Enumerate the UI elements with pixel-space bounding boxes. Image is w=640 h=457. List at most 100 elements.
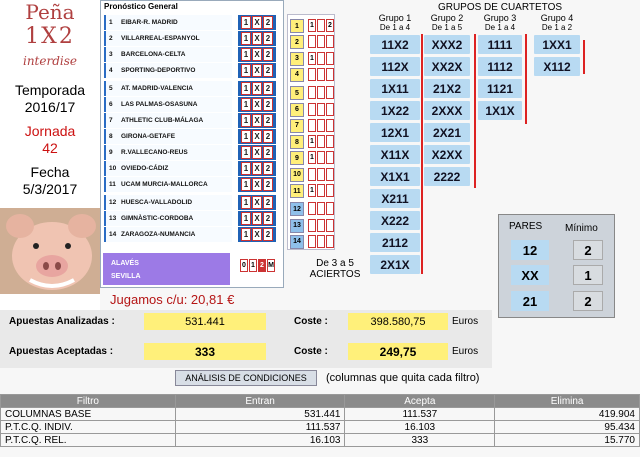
sign-cell[interactable]: 2 xyxy=(263,211,273,225)
column-cell[interactable] xyxy=(317,102,325,116)
column-cell[interactable] xyxy=(317,151,325,165)
column-cell[interactable] xyxy=(308,218,316,232)
column-cell[interactable] xyxy=(326,51,334,65)
column-cell[interactable]: 1 xyxy=(308,51,316,65)
sign-cell[interactable]: X xyxy=(252,47,262,61)
sign-cell[interactable]: X xyxy=(252,63,262,77)
match-name: 10 OVIEDO-CÁDIZ xyxy=(104,160,232,176)
column-cell[interactable]: 1 xyxy=(308,184,316,197)
sign-cell[interactable]: 2 xyxy=(263,15,273,29)
sign-cell[interactable]: 2 xyxy=(263,195,273,209)
pleno-cell[interactable]: M xyxy=(267,259,275,272)
sign-cell[interactable]: 2 xyxy=(263,31,273,45)
column-cell[interactable] xyxy=(317,67,325,81)
column-cell[interactable] xyxy=(317,51,325,65)
sign-cell[interactable]: 2 xyxy=(263,63,273,77)
sign-cell[interactable]: X xyxy=(252,15,262,29)
column-cell[interactable] xyxy=(317,35,325,49)
sign-cell[interactable]: 2 xyxy=(263,161,273,175)
sign-cell[interactable]: X xyxy=(252,211,262,225)
column-cell[interactable] xyxy=(326,67,334,81)
column-two-panel: 1 1 2 2 3 1 4 5 6 7 8 1 9 1 10 11 1 12 13 14 xyxy=(287,14,335,250)
sign-cell[interactable]: X xyxy=(252,129,262,143)
column-cell[interactable] xyxy=(308,102,316,116)
column-cell[interactable] xyxy=(317,218,325,232)
column-cell[interactable] xyxy=(326,184,334,197)
sign-cell[interactable]: X xyxy=(252,145,262,159)
sign-cell[interactable]: X xyxy=(252,177,262,191)
column-cell[interactable] xyxy=(317,86,325,100)
sign-cell[interactable]: 1 xyxy=(241,63,251,77)
sign-cell[interactable]: X xyxy=(252,227,262,241)
column-cell[interactable] xyxy=(317,167,325,181)
sign-cell[interactable]: 1 xyxy=(241,81,251,95)
column-cell[interactable] xyxy=(326,234,334,248)
column-cell[interactable] xyxy=(326,86,334,100)
minimo-value-2[interactable]: 1 xyxy=(573,265,603,285)
sign-cell[interactable]: 1 xyxy=(241,113,251,127)
sign-cell[interactable]: 1 xyxy=(241,227,251,241)
cell-filtro: P.T.C.Q. INDIV. xyxy=(0,420,176,434)
sign-cell[interactable]: 1 xyxy=(241,161,251,175)
column-cell[interactable] xyxy=(326,151,334,165)
column-cell[interactable] xyxy=(308,202,316,216)
sign-cell[interactable]: 2 xyxy=(263,97,273,111)
column-cell[interactable] xyxy=(326,202,334,216)
sign-cell[interactable]: 2 xyxy=(263,81,273,95)
column-cell[interactable]: 1 xyxy=(308,135,316,149)
cell-elimina: 15.770 xyxy=(494,433,640,447)
minimo-value-1[interactable]: 2 xyxy=(573,240,603,260)
column-cell[interactable] xyxy=(326,167,334,181)
sign-cell[interactable]: 1 xyxy=(241,195,251,209)
column-number: 8 xyxy=(290,135,304,150)
column-cell[interactable] xyxy=(317,135,325,149)
pleno-cell[interactable]: 1 xyxy=(249,259,257,272)
sign-cell[interactable]: 1 xyxy=(241,97,251,111)
column-cell[interactable] xyxy=(317,184,325,197)
sign-cell[interactable]: 2 xyxy=(263,177,273,191)
pleno-cell[interactable]: 2 xyxy=(258,259,266,272)
column-cell[interactable] xyxy=(317,202,325,216)
match-row: 6 LAS PALMAS-OSASUNA 1 X 2 xyxy=(104,96,282,112)
column-cell[interactable] xyxy=(317,118,325,132)
aciertos-text: De 3 a 5 ACIERTOS xyxy=(290,258,380,280)
sign-cell[interactable]: 1 xyxy=(241,177,251,191)
column-cell[interactable]: 1 xyxy=(308,19,316,32)
column-cell[interactable] xyxy=(308,234,316,248)
column-cell[interactable] xyxy=(308,167,316,181)
column-cell[interactable] xyxy=(308,86,316,100)
sign-cell[interactable]: X xyxy=(252,97,262,111)
column-cell[interactable] xyxy=(308,67,316,81)
sign-cell[interactable]: 2 xyxy=(263,47,273,61)
sign-cell[interactable]: X xyxy=(252,195,262,209)
coste1-label: Coste : xyxy=(294,316,328,327)
column-cell[interactable] xyxy=(326,218,334,232)
sign-cell[interactable]: X xyxy=(252,161,262,175)
column-cell[interactable]: 2 xyxy=(326,19,334,32)
pleno-cell[interactable]: 0 xyxy=(240,259,248,272)
sign-cell[interactable]: 1 xyxy=(241,47,251,61)
column-cell[interactable] xyxy=(326,135,334,149)
sign-cell[interactable]: 1 xyxy=(241,145,251,159)
column-cell[interactable]: 1 xyxy=(308,151,316,165)
column-cell[interactable] xyxy=(326,35,334,49)
column-cell[interactable] xyxy=(308,35,316,49)
column-cell[interactable] xyxy=(317,234,325,248)
sign-cell[interactable]: 2 xyxy=(263,145,273,159)
sign-cell[interactable]: 1 xyxy=(241,31,251,45)
minimo-value-3[interactable]: 2 xyxy=(573,291,603,311)
column-cell[interactable] xyxy=(308,118,316,132)
sign-cell[interactable]: 2 xyxy=(263,113,273,127)
sign-cell[interactable]: X xyxy=(252,31,262,45)
analisis-condiciones-button[interactable]: ANÁLISIS DE CONDICIONES xyxy=(175,370,317,386)
column-cell[interactable] xyxy=(326,102,334,116)
sign-cell[interactable]: 2 xyxy=(263,129,273,143)
sign-cell[interactable]: X xyxy=(252,81,262,95)
sign-cell[interactable]: 1 xyxy=(241,211,251,225)
sign-cell[interactable]: 1 xyxy=(241,129,251,143)
column-cell[interactable] xyxy=(317,19,325,32)
column-cell[interactable] xyxy=(326,118,334,132)
sign-cell[interactable]: 2 xyxy=(263,227,273,241)
sign-cell[interactable]: X xyxy=(252,113,262,127)
sign-cell[interactable]: 1 xyxy=(241,15,251,29)
